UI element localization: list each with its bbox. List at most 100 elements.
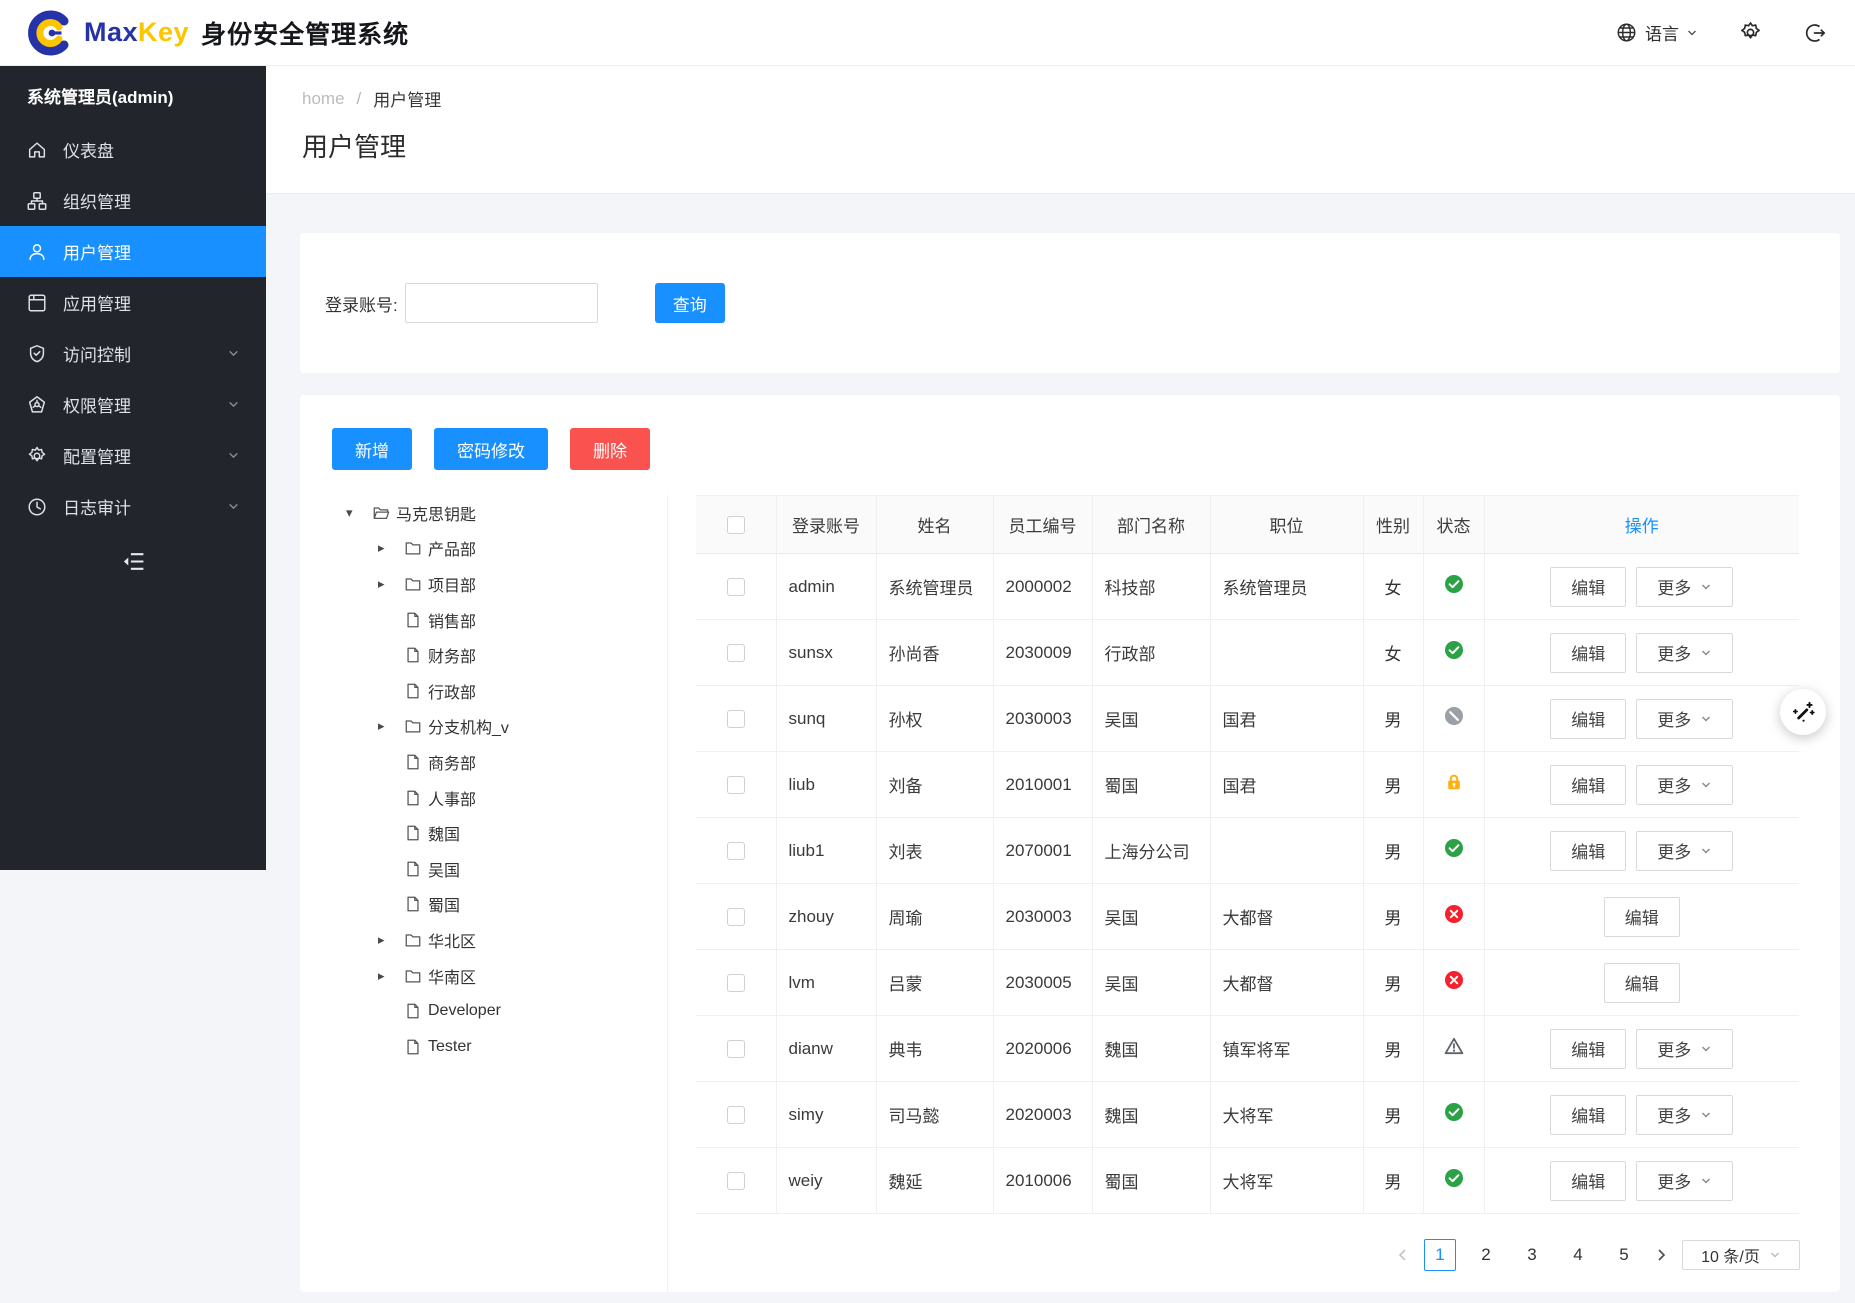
col-employee-id: 员工编号: [993, 496, 1092, 554]
row-checkbox[interactable]: [727, 908, 745, 926]
prev-page-icon[interactable]: [1396, 1248, 1410, 1262]
status-active-icon: [1444, 574, 1464, 594]
more-button[interactable]: 更多: [1636, 633, 1733, 673]
config-icon: [26, 445, 48, 467]
tree-node[interactable]: 销售部: [300, 602, 667, 638]
row-checkbox[interactable]: [727, 1172, 745, 1190]
tree-expand-arrow[interactable]: ▾: [346, 505, 372, 521]
page-number-5[interactable]: 5: [1608, 1239, 1640, 1271]
sidebar-item-permission[interactable]: 权限管理: [0, 379, 266, 430]
tree-node[interactable]: Tester: [300, 1029, 667, 1065]
logout-icon[interactable]: [1803, 21, 1827, 45]
edit-button[interactable]: 编辑: [1550, 1029, 1626, 1069]
cell-department: 吴国: [1092, 884, 1210, 950]
chevron-down-icon: [1700, 779, 1712, 791]
cell-name: 吕蒙: [876, 950, 993, 1016]
sidebar-item-org[interactable]: 组织管理: [0, 175, 266, 226]
sidebar-item-user[interactable]: 用户管理: [0, 226, 266, 277]
row-checkbox[interactable]: [727, 644, 745, 662]
tree-node[interactable]: 商务部: [300, 744, 667, 780]
row-actions: 编辑更多: [1486, 765, 1799, 805]
edit-button[interactable]: 编辑: [1550, 831, 1626, 871]
row-checkbox[interactable]: [727, 776, 745, 794]
tree-node[interactable]: 吴国: [300, 851, 667, 887]
delete-button[interactable]: 删除: [570, 428, 650, 470]
page-number-1[interactable]: 1: [1424, 1239, 1456, 1271]
breadcrumb-separator: /: [357, 89, 362, 109]
cell-department: 蜀国: [1092, 1148, 1210, 1214]
more-button[interactable]: 更多: [1636, 765, 1733, 805]
edit-button[interactable]: 编辑: [1604, 963, 1680, 1003]
file-icon: [404, 646, 424, 664]
tree-node[interactable]: ▸华北区: [300, 922, 667, 958]
row-checkbox[interactable]: [727, 1106, 745, 1124]
page-number-4[interactable]: 4: [1562, 1239, 1594, 1271]
edit-button[interactable]: 编辑: [1550, 1161, 1626, 1201]
sidebar-item-app[interactable]: 应用管理: [0, 277, 266, 328]
add-button[interactable]: 新增: [332, 428, 412, 470]
sidebar-item-dashboard[interactable]: 仪表盘: [0, 124, 266, 175]
page-number-3[interactable]: 3: [1516, 1239, 1548, 1271]
file-icon: [404, 860, 424, 878]
settings-gear-icon[interactable]: [1738, 20, 1763, 45]
cell-department: 科技部: [1092, 554, 1210, 620]
row-checkbox[interactable]: [727, 974, 745, 992]
topbar-actions: 语言: [1615, 20, 1827, 45]
cell-account: weiy: [776, 1148, 876, 1214]
sidebar-item-log[interactable]: 日志审计: [0, 481, 266, 532]
tree-node[interactable]: 魏国: [300, 815, 667, 851]
query-button[interactable]: 查询: [655, 283, 725, 323]
magic-wand-button[interactable]: [1780, 689, 1826, 735]
tree-node[interactable]: ▸项目部: [300, 566, 667, 602]
col-actions[interactable]: 操作: [1484, 496, 1799, 554]
next-page-icon[interactable]: [1654, 1248, 1668, 1262]
brand: MaxKey 身份安全管理系统: [26, 9, 409, 57]
tree-expand-arrow[interactable]: ▸: [378, 932, 404, 948]
tree-node[interactable]: ▸产品部: [300, 531, 667, 567]
login-account-input[interactable]: [405, 283, 598, 323]
edit-button[interactable]: 编辑: [1550, 699, 1626, 739]
sidebar-item-config[interactable]: 配置管理: [0, 430, 266, 481]
more-button[interactable]: 更多: [1636, 567, 1733, 607]
page-size-select[interactable]: 10 条/页: [1682, 1240, 1800, 1270]
select-all-checkbox[interactable]: [727, 516, 745, 534]
row-actions: 编辑: [1486, 963, 1799, 1003]
tree-node[interactable]: 蜀国: [300, 887, 667, 923]
tree-expand-arrow[interactable]: ▸: [378, 718, 404, 734]
row-checkbox[interactable]: [727, 710, 745, 728]
more-button[interactable]: 更多: [1636, 1161, 1733, 1201]
edit-button[interactable]: 编辑: [1550, 567, 1626, 607]
tree-expand-arrow[interactable]: ▸: [378, 968, 404, 984]
tree-node[interactable]: 行政部: [300, 673, 667, 709]
tree-node[interactable]: ▸分支机构_v: [300, 709, 667, 745]
edit-button[interactable]: 编辑: [1550, 1095, 1626, 1135]
language-selector[interactable]: 语言: [1615, 20, 1698, 45]
folder-icon: [404, 575, 424, 593]
more-button[interactable]: 更多: [1636, 1029, 1733, 1069]
edit-button[interactable]: 编辑: [1604, 897, 1680, 937]
page-number-2[interactable]: 2: [1470, 1239, 1502, 1271]
tree-expand-arrow[interactable]: ▸: [378, 576, 404, 592]
col-account: 登录账号: [776, 496, 876, 554]
sidebar-item-shield[interactable]: 访问控制: [0, 328, 266, 379]
row-checkbox[interactable]: [727, 578, 745, 596]
breadcrumb-home-link[interactable]: home: [302, 89, 345, 109]
tree-expand-arrow[interactable]: ▸: [378, 540, 404, 556]
edit-button[interactable]: 编辑: [1550, 765, 1626, 805]
tree-node[interactable]: ▸华南区: [300, 958, 667, 994]
row-checkbox[interactable]: [727, 1040, 745, 1058]
tree-node[interactable]: ▾马克思钥匙: [300, 495, 667, 531]
brand-name: MaxKey: [84, 17, 189, 48]
tree-node[interactable]: Developer: [300, 993, 667, 1029]
edit-button[interactable]: 编辑: [1550, 633, 1626, 673]
row-checkbox[interactable]: [727, 842, 745, 860]
sidebar-collapse-button[interactable]: [0, 532, 266, 590]
cell-gender: 男: [1363, 752, 1423, 818]
more-button[interactable]: 更多: [1636, 1095, 1733, 1135]
cell-name: 刘表: [876, 818, 993, 884]
more-button[interactable]: 更多: [1636, 831, 1733, 871]
change-password-button[interactable]: 密码修改: [434, 428, 548, 470]
more-button[interactable]: 更多: [1636, 699, 1733, 739]
tree-node[interactable]: 财务部: [300, 637, 667, 673]
tree-node[interactable]: 人事部: [300, 780, 667, 816]
